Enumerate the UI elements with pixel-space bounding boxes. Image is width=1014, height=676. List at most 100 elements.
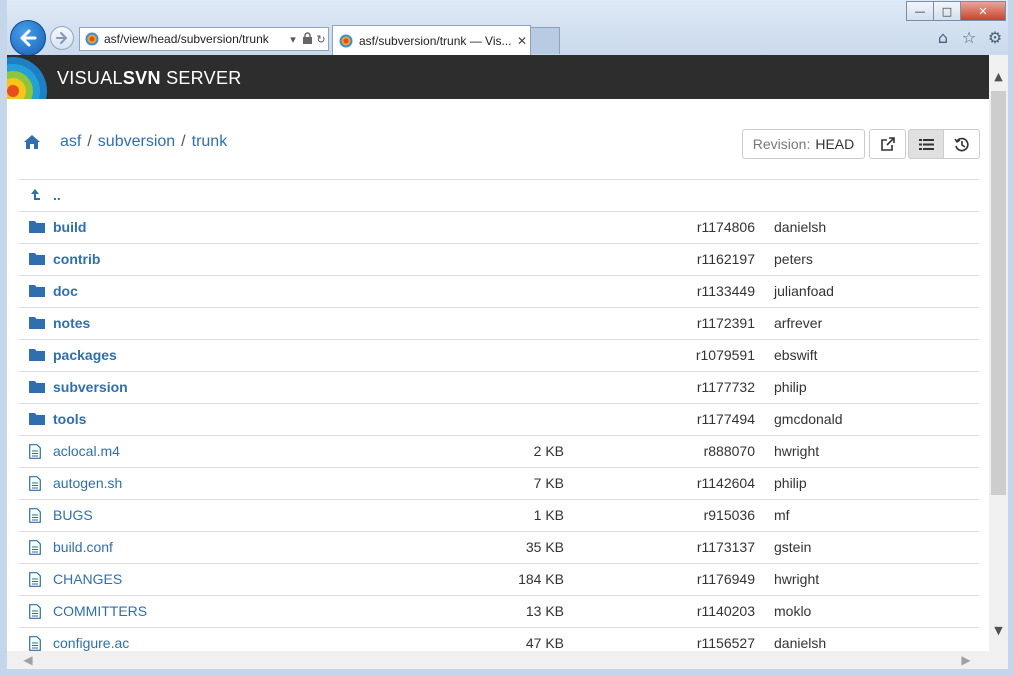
entry-name-link[interactable]: COMMITTERS <box>53 603 147 619</box>
back-button[interactable] <box>10 20 46 56</box>
entry-name-link[interactable]: contrib <box>53 251 100 267</box>
entry-author: hwright <box>774 571 820 587</box>
table-row[interactable]: build.conf 35 KB r1173137 gstein <box>19 531 979 563</box>
entry-revision[interactable]: r1177494 <box>697 411 755 427</box>
entry-revision[interactable]: r1140203 <box>697 603 755 619</box>
horizontal-scrollbar[interactable]: ◀ ▶ <box>7 651 989 669</box>
close-window-button[interactable]: ✕ <box>960 1 1006 21</box>
entry-revision[interactable]: r1079591 <box>696 347 755 363</box>
table-row[interactable]: BUGS 1 KB r915036 mf <box>19 499 979 531</box>
vertical-scrollbar[interactable]: ▲ ▼ <box>989 55 1008 651</box>
revision-selector[interactable]: Revision: HEAD <box>742 129 865 159</box>
settings-gear-icon[interactable]: ⚙ <box>986 28 1004 47</box>
breadcrumb-subversion[interactable]: subversion <box>98 133 175 151</box>
table-row[interactable]: COMMITTERS 13 KB r1140203 moklo <box>19 595 979 627</box>
scroll-right-icon[interactable]: ▶ <box>957 651 975 669</box>
entry-name-link[interactable]: build <box>53 219 86 235</box>
window-frame-bottom <box>0 669 1014 676</box>
file-list: .. build r1174806 danielsh contrib r1162197 pe… <box>19 179 979 651</box>
table-row[interactable]: aclocal.m4 2 KB r888070 hwright <box>19 435 979 467</box>
entry-name-link[interactable]: configure.ac <box>53 635 129 651</box>
table-row[interactable]: tools r1177494 gmcdonald <box>19 403 979 435</box>
brand-title: VISUALSVN SERVER <box>57 68 242 88</box>
entry-revision[interactable]: r1173137 <box>697 539 755 555</box>
entry-revision[interactable]: r1176949 <box>697 571 755 587</box>
scroll-thumb[interactable] <box>991 91 1006 495</box>
entry-size: 47 KB <box>525 635 564 651</box>
entry-size: 1 KB <box>533 507 564 523</box>
table-row[interactable]: subversion r1177732 philip <box>19 371 979 403</box>
entry-name-link[interactable]: subversion <box>53 379 128 395</box>
entry-name-link[interactable]: tools <box>53 411 86 427</box>
file-icon <box>29 540 45 555</box>
close-tab-icon[interactable]: ✕ <box>514 34 530 48</box>
entry-author: gstein <box>774 539 812 555</box>
forward-button[interactable] <box>50 26 74 50</box>
open-external-button[interactable] <box>869 129 906 159</box>
window-controls: — □ ✕ <box>906 1 1006 21</box>
page-viewport: VISUALSVN SERVER asf / subversion / trun… <box>7 55 989 651</box>
table-row[interactable]: contrib r1162197 peters <box>19 243 979 275</box>
table-row[interactable]: doc r1133449 julianfoad <box>19 275 979 307</box>
entry-revision[interactable]: r1142604 <box>697 475 755 491</box>
entry-revision[interactable]: r1177732 <box>697 379 755 395</box>
list-view-button[interactable] <box>908 129 945 159</box>
table-row[interactable]: CHANGES 184 KB r1176949 hwright <box>19 563 979 595</box>
entry-revision[interactable]: r1156527 <box>697 635 755 651</box>
table-row[interactable]: notes r1172391 arfrever <box>19 307 979 339</box>
breadcrumb-separator: / <box>87 133 92 150</box>
scroll-left-icon[interactable]: ◀ <box>19 651 37 669</box>
breadcrumb-asf[interactable]: asf <box>60 133 81 151</box>
entry-name-link[interactable]: doc <box>53 283 78 299</box>
address-bar[interactable]: asf/view/head/subversion/trunk ▾ ↻ <box>79 27 329 51</box>
new-tab-button[interactable] <box>530 27 560 54</box>
entry-revision[interactable]: r888070 <box>704 443 755 459</box>
favorites-star-icon[interactable]: ☆ <box>960 28 978 47</box>
entry-author: peters <box>774 251 813 267</box>
list-icon <box>919 138 934 150</box>
entry-author: ebswift <box>774 347 818 363</box>
tab-favicon-icon <box>339 34 353 48</box>
parent-directory-icon <box>29 188 45 202</box>
minimize-button[interactable]: — <box>906 1 934 21</box>
scrollbar-corner <box>989 651 1008 669</box>
table-row[interactable]: configure.ac 47 KB r1156527 danielsh <box>19 627 979 651</box>
table-row[interactable]: build r1174806 danielsh <box>19 211 979 243</box>
file-icon <box>29 604 45 619</box>
scroll-up-icon[interactable]: ▲ <box>989 67 1008 85</box>
home-icon[interactable]: ⌂ <box>934 28 952 47</box>
address-url[interactable]: asf/view/head/subversion/trunk <box>104 32 286 46</box>
entry-name-link[interactable]: BUGS <box>53 507 93 523</box>
breadcrumb-separator: / <box>181 133 186 150</box>
entry-size: 35 KB <box>525 539 564 555</box>
entry-revision[interactable]: r1133449 <box>697 283 755 299</box>
entry-revision[interactable]: r1162197 <box>697 251 755 267</box>
folder-icon <box>29 316 45 330</box>
maximize-button[interactable]: □ <box>933 1 961 21</box>
scroll-down-icon[interactable]: ▼ <box>989 621 1008 639</box>
entry-revision[interactable]: r1174806 <box>697 219 755 235</box>
history-button[interactable] <box>943 129 980 159</box>
entry-revision[interactable]: r1172391 <box>697 315 755 331</box>
entry-size: 184 KB <box>518 571 564 587</box>
entry-name-link[interactable]: .. <box>53 187 61 203</box>
entry-name-link[interactable]: notes <box>53 315 90 331</box>
entry-name-link[interactable]: autogen.sh <box>53 475 122 491</box>
entry-name-link[interactable]: build.conf <box>53 539 113 555</box>
tab-active[interactable]: asf/subversion/trunk — Vis... ✕ <box>332 25 531 56</box>
visualsvn-logo <box>7 57 47 99</box>
file-icon <box>29 508 45 523</box>
dropdown-arrow-icon[interactable]: ▾ <box>286 33 300 46</box>
entry-revision[interactable]: r915036 <box>704 507 755 523</box>
entry-name-link[interactable]: CHANGES <box>53 571 122 587</box>
entry-name-link[interactable]: aclocal.m4 <box>53 443 120 459</box>
breadcrumb-trunk[interactable]: trunk <box>192 133 228 151</box>
table-row[interactable]: autogen.sh 7 KB r1142604 philip <box>19 467 979 499</box>
home-icon[interactable] <box>23 133 41 151</box>
entry-author: mf <box>774 507 790 523</box>
refresh-icon[interactable]: ↻ <box>314 33 328 46</box>
lock-icon[interactable] <box>300 31 314 47</box>
entry-name-link[interactable]: packages <box>53 347 117 363</box>
table-row[interactable]: .. <box>19 179 979 211</box>
table-row[interactable]: packages r1079591 ebswift <box>19 339 979 371</box>
